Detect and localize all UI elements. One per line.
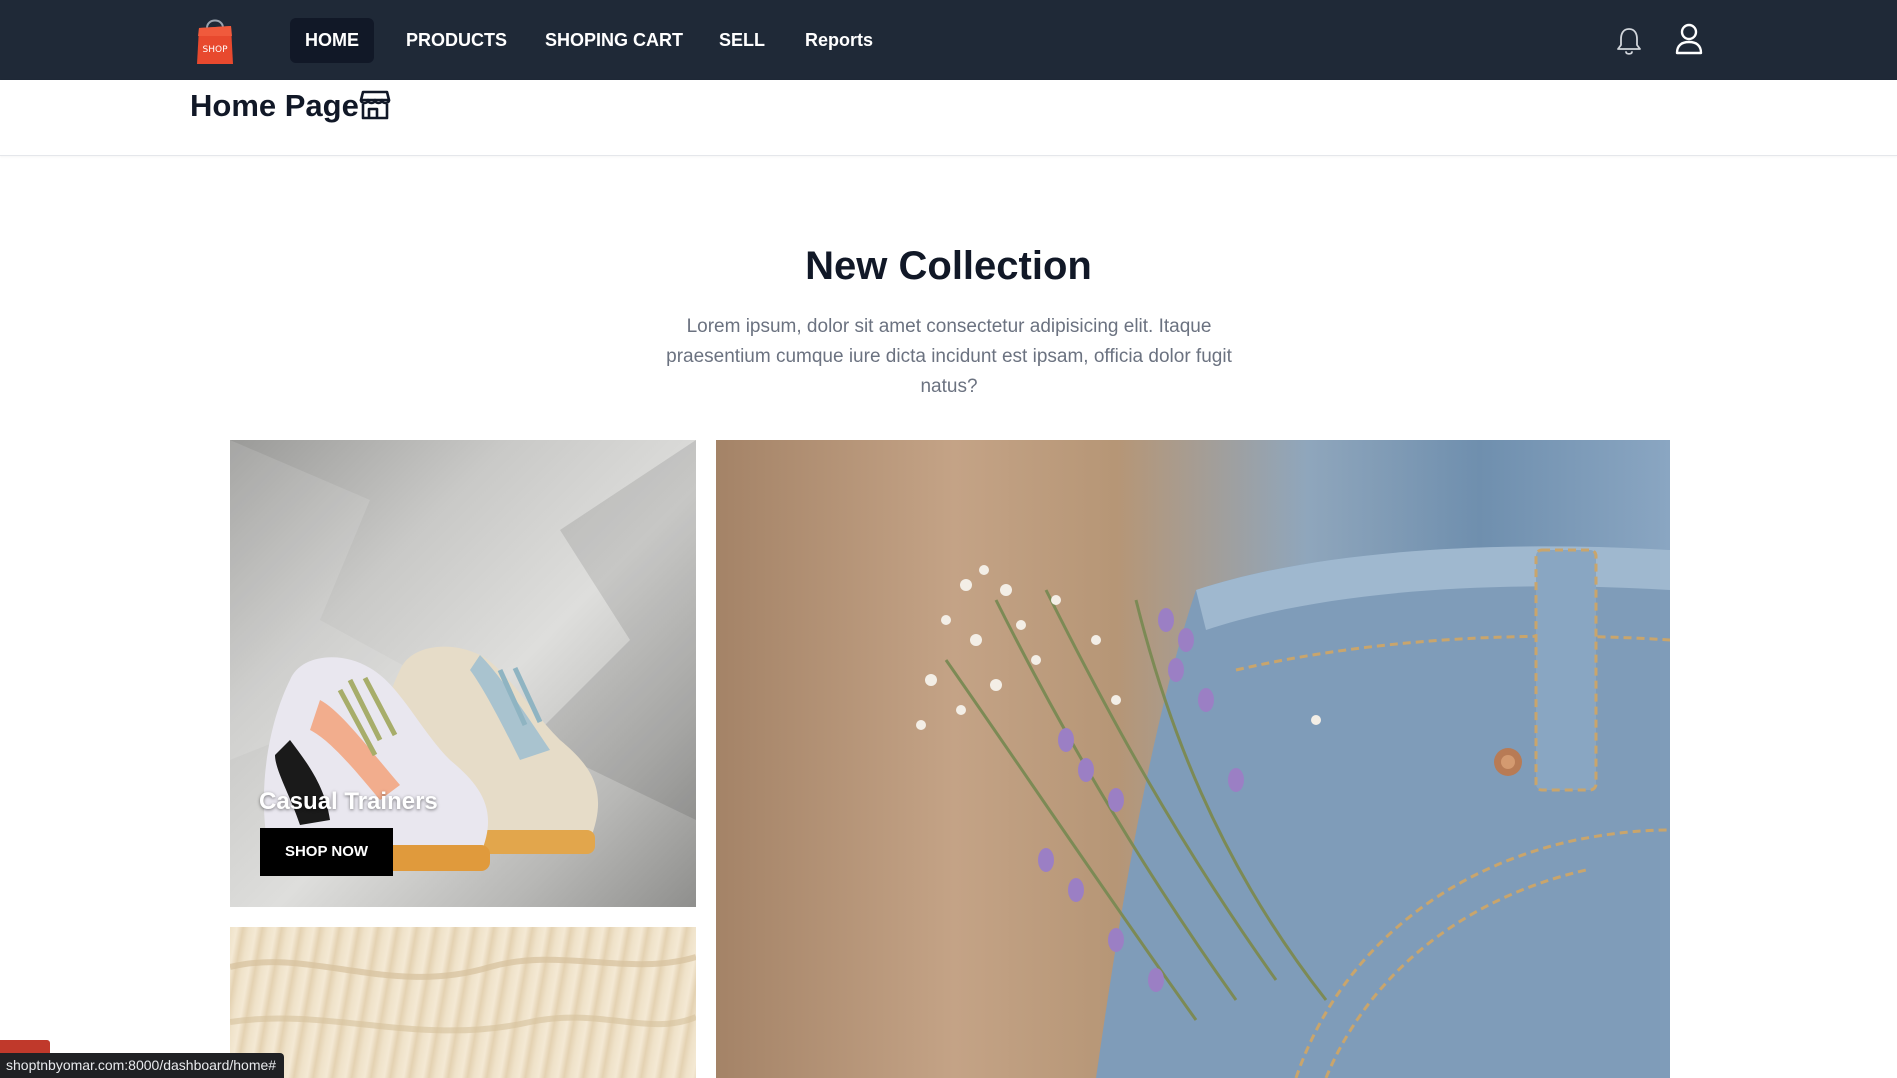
browser-status-url: shoptnbyomar.com:8000/dashboard/home# — [0, 1053, 285, 1078]
jeans-flowers-image — [916, 546, 1670, 1078]
scroll-top-tab[interactable] — [0, 1040, 50, 1053]
bell-icon[interactable] — [1615, 25, 1643, 57]
nav-products[interactable]: PRODUCTS — [391, 18, 522, 63]
logo-text: SHOP — [203, 45, 229, 55]
store-icon — [359, 90, 391, 120]
collection-description: Lorem ipsum, dolor sit amet consectetur … — [666, 316, 1232, 397]
jeans-card[interactable] — [716, 440, 1670, 1078]
knit-sweater-image — [230, 954, 696, 1034]
page-title: Home Page — [190, 88, 359, 123]
nav-sell[interactable]: SELL — [704, 18, 780, 63]
top-navbar: SHOP HOME PRODUCTS SHOPING CART SELL Rep… — [0, 0, 1897, 80]
nav-reports[interactable]: Reports — [790, 18, 888, 63]
nav-home[interactable]: HOME — [290, 18, 374, 63]
user-icon[interactable] — [1674, 23, 1704, 55]
shop-bag-logo-icon[interactable]: SHOP — [195, 14, 235, 66]
nav-shopping-cart[interactable]: SHOPING CART — [530, 18, 698, 63]
casual-trainers-card[interactable]: Casual Trainers SHOP NOW — [230, 440, 696, 907]
shop-now-button[interactable]: SHOP NOW — [260, 828, 393, 876]
sweater-card[interactable] — [230, 927, 696, 1078]
card-label: Casual Trainers — [259, 788, 438, 815]
collection-title: New Collection — [805, 244, 1092, 288]
